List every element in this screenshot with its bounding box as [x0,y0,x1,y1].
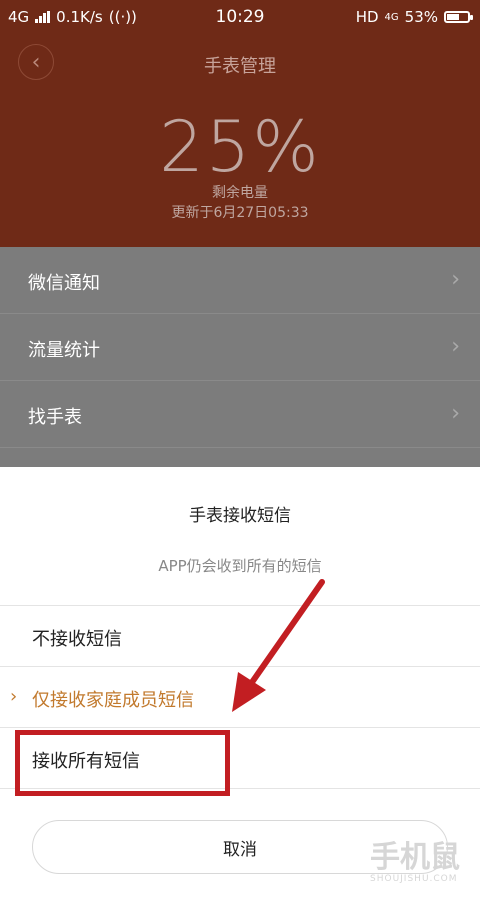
watermark-text: 手机鼠 [370,840,460,875]
menu-item-find-watch[interactable]: 找手表 › [0,381,480,448]
menu-item-label: 流量统计 [28,340,100,361]
hd-badge: HD [355,8,379,26]
menu-item-label: 微信通知 [28,273,100,294]
option-label: 不接收短信 [32,629,122,650]
menu-item-label: 找手表 [28,407,82,428]
battery-label: 剩余电量 [212,185,268,201]
settings-list: 微信通知 › 流量统计 › 找手表 › [0,247,480,467]
watch-header: ‹ 手表管理 25% 剩余电量 更新于6月27日05:33 [0,34,480,247]
selected-chevron-icon: › [10,686,18,707]
option-family-sms[interactable]: › 仅接收家庭成员短信 [0,666,480,727]
option-no-sms[interactable]: 不接收短信 [0,605,480,666]
battery-percent: 25% [159,106,321,188]
chevron-right-icon: › [451,334,460,359]
menu-item-wechat[interactable]: 微信通知 › [0,247,480,314]
page-title: 手表管理 [204,56,276,77]
volte-badge: 4G [384,11,399,23]
sheet-title: 手表接收短信 [189,506,291,526]
status-right: HD 4G 53% [355,8,473,26]
option-label: 仅接收家庭成员短信 [32,690,194,711]
highlight-box [15,730,230,796]
battery-text: 53% [404,8,438,26]
chevron-right-icon: › [451,401,460,426]
battery-icon [444,11,473,23]
menu-item-traffic[interactable]: 流量统计 › [0,314,480,381]
chevron-right-icon: › [451,267,460,292]
watermark-logo: 手机鼠 SHOUJISHU.COM [370,832,460,884]
status-bar: 4G 0.1K/s ((·)) 10:29 HD 4G 53% [0,0,480,34]
sheet-subtitle: APP仍会收到所有的短信 [158,557,322,575]
updated-time: 更新于6月27日05:33 [171,205,309,221]
watermark-sub: SHOUJISHU.COM [370,874,458,884]
